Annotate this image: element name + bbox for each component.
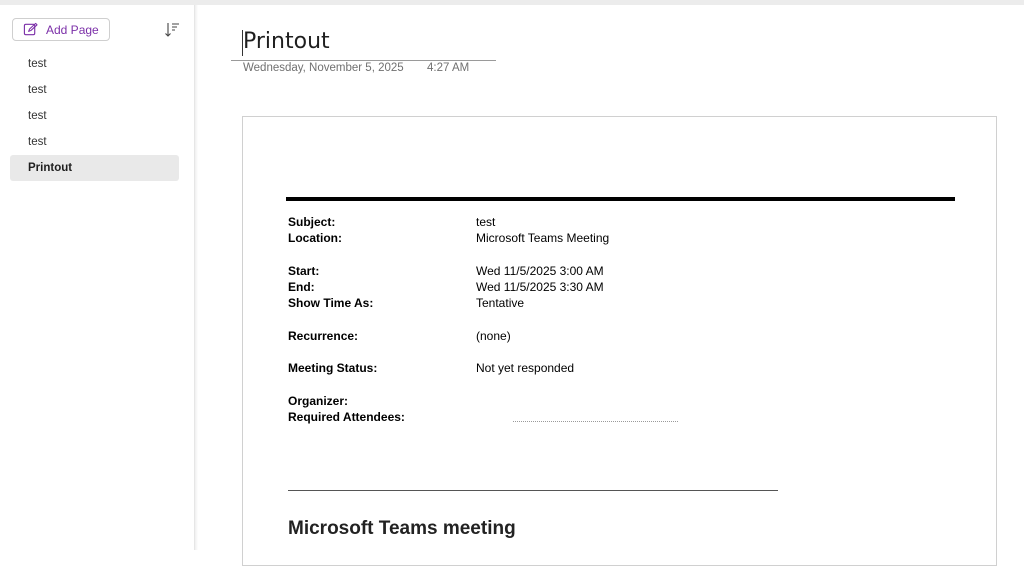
add-page-icon xyxy=(23,22,38,36)
end-value: Wed 11/5/2025 3:30 AM xyxy=(476,280,604,294)
page-item-test[interactable]: test xyxy=(10,103,179,129)
header-rule xyxy=(286,197,955,201)
printout-container[interactable]: Subject: test Location: Microsoft Teams … xyxy=(242,116,997,566)
meeting-status-label: Meeting Status: xyxy=(288,361,378,375)
show-time-as-value: Tentative xyxy=(476,296,525,310)
teams-meeting-heading: Microsoft Teams meeting xyxy=(288,518,516,539)
page-date: Wednesday, November 5, 2025 xyxy=(243,62,404,74)
page-title[interactable]: Printout xyxy=(243,29,330,54)
add-page-button[interactable]: Add Page xyxy=(12,18,110,41)
organizer-label: Organizer: xyxy=(288,394,349,408)
start-label: Start: xyxy=(288,264,320,278)
recurrence-label: Recurrence: xyxy=(288,329,359,343)
redacted-attendees xyxy=(513,421,678,424)
location-value: Microsoft Teams Meeting xyxy=(476,231,610,245)
page-list: test test test test Printout xyxy=(10,51,179,181)
page-item-printout[interactable]: Printout xyxy=(10,155,179,181)
required-attendees-label: Required Attendees: xyxy=(288,410,405,424)
sidebar-divider xyxy=(195,5,198,550)
page-time: 4:27 AM xyxy=(427,62,470,74)
meeting-status-value: Not yet responded xyxy=(476,361,575,375)
add-page-label: Add Page xyxy=(46,22,99,37)
title-underline xyxy=(231,60,496,61)
page-item-test[interactable]: test xyxy=(10,77,179,103)
page-sidebar: Add Page test test test test Printout xyxy=(0,5,195,550)
subject-value: test xyxy=(476,215,496,229)
location-label: Location: xyxy=(288,231,342,245)
end-label: End: xyxy=(288,280,315,294)
section-rule xyxy=(288,490,778,491)
sort-icon xyxy=(165,23,179,37)
subject-label: Subject: xyxy=(288,215,336,229)
page-item-test[interactable]: test xyxy=(10,129,179,155)
page-item-test[interactable]: test xyxy=(10,51,179,77)
show-time-as-label: Show Time As: xyxy=(288,296,374,310)
sort-pages-button[interactable] xyxy=(163,21,181,39)
start-value: Wed 11/5/2025 3:00 AM xyxy=(476,264,604,278)
recurrence-value: (none) xyxy=(476,329,511,343)
